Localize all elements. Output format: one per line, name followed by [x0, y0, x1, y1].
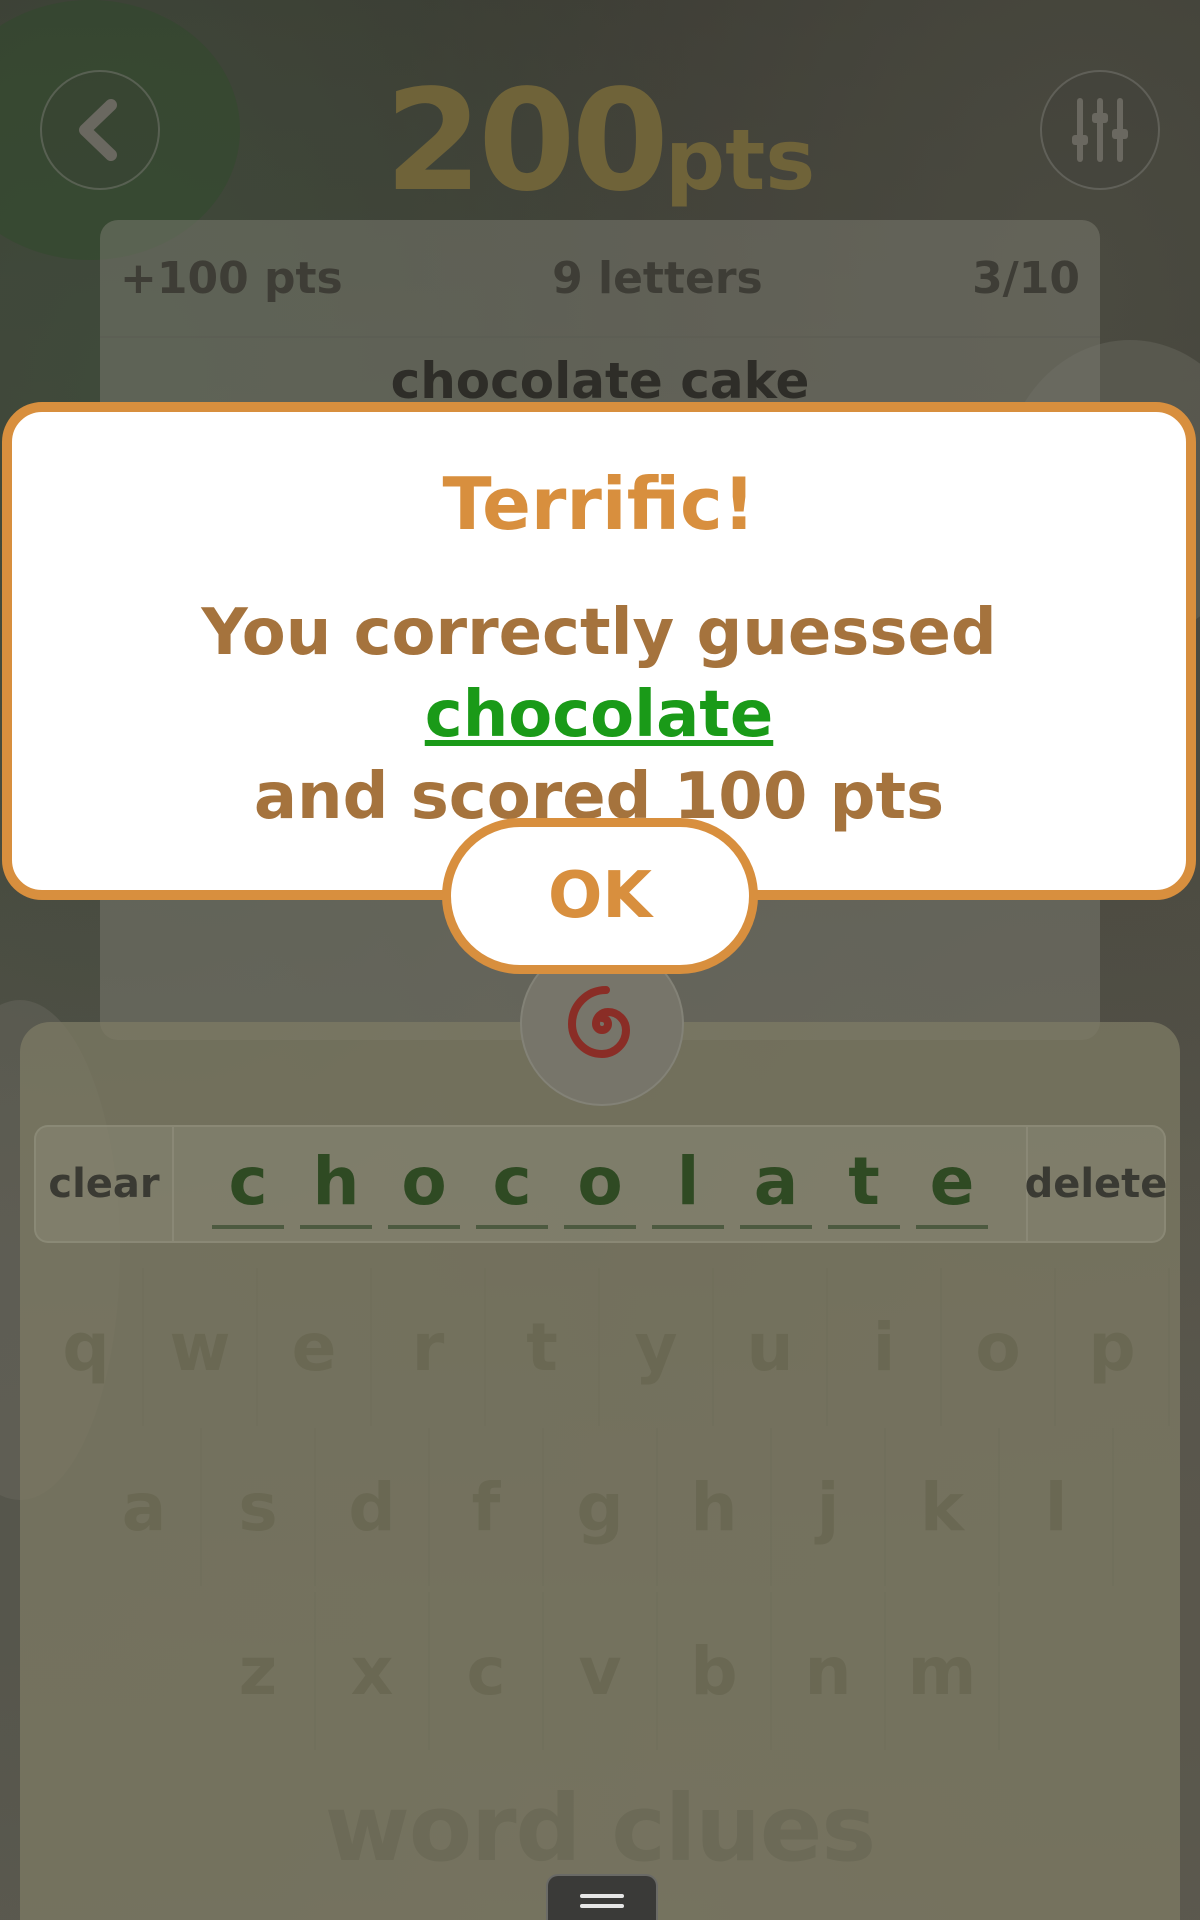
key-p[interactable]: p	[1056, 1268, 1170, 1426]
key-f[interactable]: f	[430, 1428, 544, 1586]
dialog-message: You correctly guessed chocolate and scor…	[32, 592, 1166, 838]
key-i[interactable]: i	[828, 1268, 942, 1426]
answer-letter: o	[564, 1139, 636, 1229]
clear-button[interactable]: clear	[36, 1127, 174, 1241]
key-g[interactable]: g	[544, 1428, 658, 1586]
answer-letter: t	[828, 1139, 900, 1229]
answer-letter: c	[476, 1139, 548, 1229]
menu-icon	[580, 1904, 624, 1908]
answer-letter: h	[300, 1139, 372, 1229]
key-h[interactable]: h	[658, 1428, 772, 1586]
menu-button[interactable]	[546, 1874, 658, 1920]
progress-counter: 3/10	[972, 252, 1080, 304]
key-x[interactable]: x	[316, 1592, 430, 1750]
key-j[interactable]: j	[772, 1428, 886, 1586]
key-e[interactable]: e	[258, 1268, 372, 1426]
score-unit: pts	[664, 111, 816, 209]
score-display: 200pts	[0, 60, 1200, 223]
letters-count: 9 letters	[552, 252, 763, 304]
keyboard-row-3: zxcvbnm	[0, 1592, 1200, 1750]
key-d[interactable]: d	[316, 1428, 430, 1586]
menu-icon	[580, 1894, 624, 1898]
key-b[interactable]: b	[658, 1592, 772, 1750]
key-m[interactable]: m	[886, 1592, 1000, 1750]
ok-button[interactable]: OK	[442, 818, 758, 974]
key-u[interactable]: u	[714, 1268, 828, 1426]
answer-letter: a	[740, 1139, 812, 1229]
key-z[interactable]: z	[202, 1592, 316, 1750]
points-label: +100 pts	[120, 252, 343, 304]
guessed-word-link[interactable]: chocolate	[425, 678, 774, 752]
key-s[interactable]: s	[202, 1428, 316, 1586]
key-w[interactable]: w	[144, 1268, 258, 1426]
key-v[interactable]: v	[544, 1592, 658, 1750]
answer-entry-row: clear chocolate delete	[34, 1125, 1167, 1243]
dialog-title: Terrific!	[442, 462, 756, 546]
keyboard-row-1: qwertyuiop	[0, 1268, 1200, 1426]
answer-letter: o	[388, 1139, 460, 1229]
key-q[interactable]: q	[30, 1268, 144, 1426]
message-prefix: You correctly guessed	[201, 596, 997, 670]
key-o[interactable]: o	[942, 1268, 1056, 1426]
key-c[interactable]: c	[430, 1592, 544, 1750]
clue-card-header: +100 pts 9 letters 3/10	[100, 220, 1100, 338]
spiral-icon	[567, 986, 631, 1059]
word-clues-logo: word clues	[324, 1775, 876, 1882]
key-t[interactable]: t	[486, 1268, 600, 1426]
keyboard-row-2: asdfghjkl	[0, 1428, 1200, 1586]
key-l[interactable]: l	[1000, 1428, 1114, 1586]
answer-letters: chocolate	[174, 1127, 1026, 1241]
key-y[interactable]: y	[600, 1268, 714, 1426]
sliders-icon	[1072, 98, 1128, 162]
key-a[interactable]: a	[88, 1428, 202, 1586]
answer-letter: l	[652, 1139, 724, 1229]
game-screen: 200pts +100 pts 9 letters 3/10 chocolate…	[0, 0, 1200, 1920]
delete-button[interactable]: delete	[1025, 1127, 1167, 1241]
key-k[interactable]: k	[886, 1428, 1000, 1586]
score-value: 200	[384, 60, 669, 223]
settings-button[interactable]	[1040, 70, 1160, 190]
answer-letter: e	[916, 1139, 988, 1229]
answer-letter: c	[212, 1139, 284, 1229]
key-n[interactable]: n	[772, 1592, 886, 1750]
key-r[interactable]: r	[372, 1268, 486, 1426]
